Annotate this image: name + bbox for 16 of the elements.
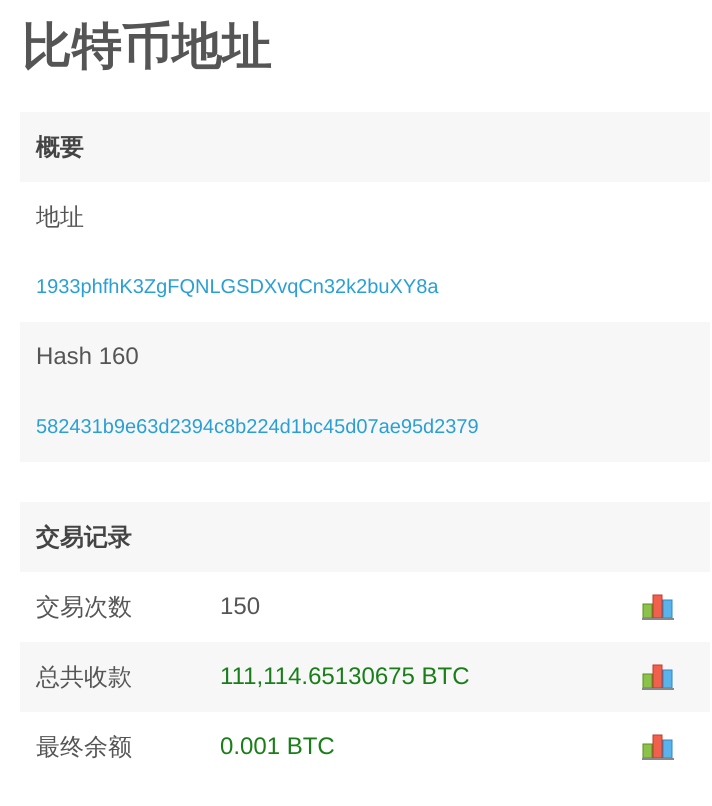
stat-label: 交易次数: [36, 593, 133, 623]
stat-value: 150: [220, 593, 262, 621]
bar-chart-icon[interactable]: [642, 733, 674, 761]
section-heading: 概要: [20, 112, 710, 182]
page-title: 比特币地址: [22, 17, 273, 76]
field-label: Hash 160: [36, 343, 139, 371]
stat-value: 0.001 BTC: [220, 733, 336, 761]
section-heading: 交易记录: [20, 502, 710, 572]
bar-chart-icon[interactable]: [642, 663, 674, 691]
field-label: 地址: [36, 203, 84, 233]
stat-value: 111,114.65130675 BTC: [220, 663, 471, 691]
field-link[interactable]: 582431b9e63d2394c8b224d1bc45d07ae95d2379: [36, 416, 479, 438]
stat-label: 总共收款: [36, 663, 133, 693]
bar-chart-icon[interactable]: [642, 593, 674, 621]
stat-label: 最终余额: [36, 733, 133, 763]
field-link[interactable]: 1933phfhK3ZgFQNLGSDXvqCn32k2buXY8a: [36, 276, 438, 298]
